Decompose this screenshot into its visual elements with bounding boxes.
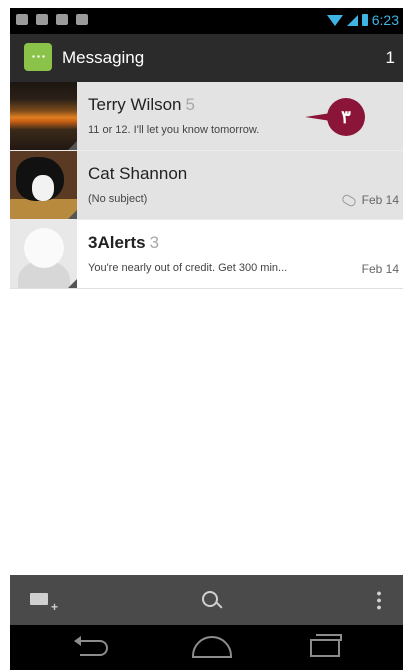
message-count: 5 [185,95,195,114]
message-date: Feb 14 [361,262,399,276]
wifi-icon [326,14,343,26]
download-notification-icon [56,14,68,25]
status-indicators: 6:23 [326,12,399,28]
paperclip-icon [340,193,357,209]
voicemail-notification-icon [36,14,48,25]
contact-avatar[interactable] [10,151,77,219]
message-count: 3 [149,233,160,252]
download-notification-icon [76,14,88,25]
conversation-row-3alerts[interactable]: 3Alerts 3 You're nearly out of credit. Ge… [10,220,403,289]
battery-icon [361,14,368,26]
recent-apps-icon[interactable] [310,634,342,657]
message-snippet: 11 or 12. I'll let you know tomorrow. [88,124,260,136]
message-date: Feb 14 [340,193,399,209]
conversation-row-cat-shannon[interactable]: Cat Shannon (No subject) Feb 14 [10,151,403,220]
message-snippet: You're nearly out of credit. Get 300 min… [88,262,288,274]
contact-avatar[interactable] [10,220,77,288]
action-bar: Messaging 1 [10,34,403,82]
contact-avatar[interactable] [10,82,77,150]
annotation-badge: ٣ [327,98,365,136]
contact-name: Cat Shannon [88,164,188,183]
home-icon[interactable] [192,636,232,658]
email-notification-icon [16,14,28,25]
clock: 6:23 [371,12,399,28]
signal-icon [346,14,358,26]
unread-count: 1 [385,48,395,67]
bottom-action-bar [10,575,403,625]
search-icon[interactable] [202,591,218,607]
phone-screen: 6:23 Messaging 1 Terry Wilson 5 11 or 12.… [0,0,403,670]
back-icon[interactable] [74,636,108,656]
message-snippet: (No subject) [88,193,148,205]
app-title: Messaging [62,48,145,67]
notification-icons [16,14,88,25]
status-bar: 6:23 [10,8,403,34]
compose-icon[interactable] [30,593,58,614]
contact-name: Terry Wilson 5 [88,95,195,114]
navigation-bar [10,625,403,670]
messaging-app-icon[interactable] [24,43,52,71]
contact-name: 3Alerts 3 [88,233,160,252]
overflow-menu-icon[interactable] [377,590,381,610]
